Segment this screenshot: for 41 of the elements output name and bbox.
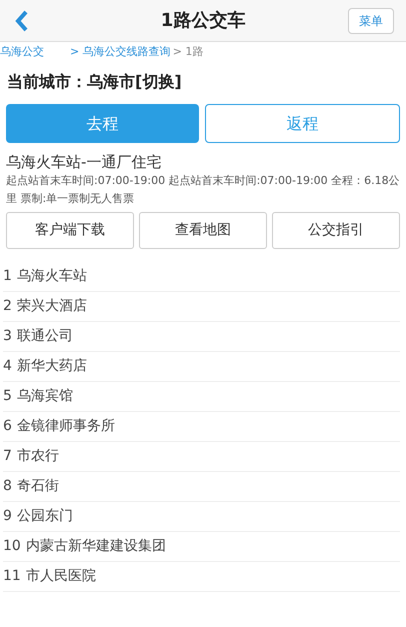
stop-number: 4 xyxy=(3,357,12,376)
stop-number: 3 xyxy=(3,327,12,346)
stop-name: 荣兴大酒店 xyxy=(16,297,87,316)
stop-number: 11 xyxy=(3,567,21,586)
stop-name: 市人民医院 xyxy=(26,567,96,586)
stop-row[interactable]: 10 内蒙古新华建建设集团 xyxy=(3,532,400,562)
stop-number: 2 xyxy=(3,297,12,316)
stop-row[interactable]: 11 市人民医院 xyxy=(3,562,400,592)
stop-number: 9 xyxy=(3,507,12,526)
action-button[interactable]: 客户端下载 xyxy=(6,212,134,249)
stop-number: 10 xyxy=(3,537,21,556)
stop-name: 市农行 xyxy=(16,447,59,466)
breadcrumb-link[interactable]: > 1路 xyxy=(172,44,204,60)
stop-name: 乌海宾馆 xyxy=(16,387,73,406)
stop-row[interactable]: 5 乌海宾馆 xyxy=(3,382,400,412)
stop-name: 联通公司 xyxy=(16,327,73,346)
route-info: 起点站首末车时间:07:00-19:00 起点站首末车时间:07:00-19:00 全程：6.18公里 票制:单一票制无人售票 xyxy=(5,173,401,207)
stop-name: 奇石街 xyxy=(16,477,59,496)
stop-row[interactable]: 2 荣兴大酒店 xyxy=(3,292,400,322)
stop-number: 7 xyxy=(3,447,12,466)
stop-number: 5 xyxy=(3,387,12,406)
stop-name: 公园东门 xyxy=(16,507,73,526)
page-title: 1路公交车 xyxy=(160,9,246,33)
stop-row[interactable]: 8 奇石街 xyxy=(3,472,400,502)
stop-name: 乌海火车站 xyxy=(16,267,87,286)
stop-name: 内蒙古新华建建设集团 xyxy=(26,537,166,556)
action-button[interactable]: 公交指引 xyxy=(272,212,400,249)
stop-row[interactable]: 4 新华大药店 xyxy=(3,352,400,382)
current-city: 当前城市：乌海市[切换] xyxy=(6,71,183,93)
stop-row[interactable]: 3 联通公司 xyxy=(3,322,400,352)
stop-row[interactable]: 9 公园东门 xyxy=(3,502,400,532)
stop-row[interactable]: 6 金镜律师事务所 xyxy=(3,412,400,442)
stop-name: 新华大药店 xyxy=(16,357,87,376)
action-button[interactable]: 查看地图 xyxy=(139,212,267,249)
route-name: 乌海火车站-一通厂住宅 xyxy=(5,152,162,172)
stop-number: 6 xyxy=(3,417,12,436)
stop-number: 1 xyxy=(3,267,12,286)
stop-row[interactable]: 1 乌海火车站 xyxy=(3,262,400,292)
stop-name: 金镜律师事务所 xyxy=(16,417,115,436)
stop-row[interactable]: 7 市农行 xyxy=(3,442,400,472)
stop-number: 8 xyxy=(3,477,12,496)
